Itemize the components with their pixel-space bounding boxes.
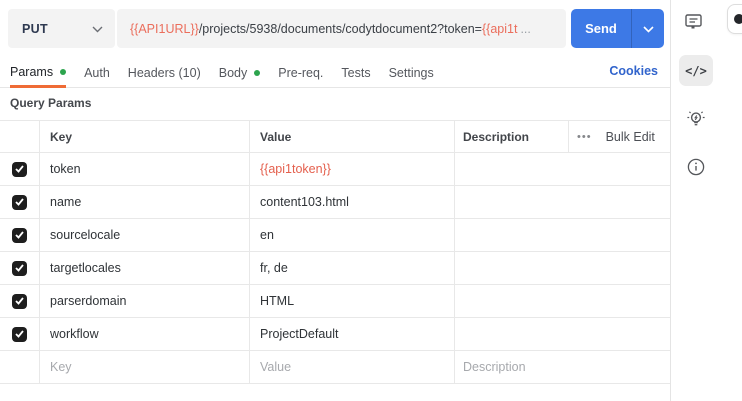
param-key-field[interactable]: token [40, 153, 250, 185]
param-value-field[interactable]: en [250, 219, 455, 251]
row-checkbox[interactable] [12, 261, 27, 276]
row-checkbox[interactable] [12, 294, 27, 309]
url-path: /projects/5938/documents/codytdocument2?… [199, 22, 482, 36]
tab-headers[interactable]: Headers (10) [128, 58, 201, 87]
cutoff-glyph-icon [734, 14, 742, 24]
param-description-field[interactable] [455, 285, 670, 317]
lightbulb-icon[interactable] [684, 107, 708, 131]
table-row: workflow ProjectDefault [0, 318, 670, 351]
url-variable-2: {{api1t [482, 22, 517, 36]
cutoff-corner-button[interactable] [727, 4, 742, 34]
info-icon[interactable] [684, 155, 708, 179]
table-row: token {{api1token}} [0, 153, 670, 186]
tab-settings[interactable]: Settings [389, 58, 434, 87]
table-row-empty: Key Value Description [0, 351, 670, 384]
param-description-field[interactable] [455, 153, 670, 185]
row-checkbox[interactable] [12, 327, 27, 342]
row-checkbox[interactable] [12, 162, 27, 177]
param-key-field[interactable]: Key [40, 351, 250, 383]
param-value-field[interactable]: Value [250, 351, 455, 383]
panel-divider [670, 0, 671, 401]
cookies-link[interactable]: Cookies [609, 64, 658, 78]
header-value: Value [250, 121, 455, 152]
header-description: Description [455, 121, 569, 152]
code-icon[interactable]: </> [679, 55, 713, 86]
param-key-field[interactable]: parserdomain [40, 285, 250, 317]
table-row: sourcelocale en [0, 219, 670, 252]
chevron-down-icon [643, 20, 654, 38]
more-options-icon[interactable]: ••• [577, 131, 592, 143]
param-key-field[interactable]: targetlocales [40, 252, 250, 284]
request-tab-bar: Params Auth Headers (10) Body Pre-req. T… [0, 58, 670, 88]
table-row: name content103.html [0, 186, 670, 219]
tab-label: Headers (10) [128, 66, 201, 80]
section-title: Query Params [10, 96, 91, 110]
tab-body[interactable]: Body [219, 58, 261, 87]
send-options-button[interactable] [631, 9, 664, 48]
table-row: parserdomain HTML [0, 285, 670, 318]
tab-label: Tests [341, 66, 370, 80]
table-row: targetlocales fr, de [0, 252, 670, 285]
header-key: Key [40, 121, 250, 152]
method-label: PUT [22, 22, 48, 36]
code-glyph: </> [685, 64, 707, 78]
param-description-field[interactable]: Description [455, 351, 670, 383]
param-value-field[interactable]: content103.html [250, 186, 455, 218]
tab-tests[interactable]: Tests [341, 58, 370, 87]
table-header-row: Key Value Description ••• Bulk Edit [0, 121, 670, 153]
url-truncation: ... [520, 22, 530, 36]
tab-params[interactable]: Params [10, 58, 66, 88]
send-button-label[interactable]: Send [571, 9, 631, 48]
tab-label: Params [10, 65, 53, 79]
comment-icon[interactable] [681, 9, 705, 33]
param-description-field[interactable] [455, 252, 670, 284]
param-description-field[interactable] [455, 219, 670, 251]
param-key-field[interactable]: sourcelocale [40, 219, 250, 251]
chevron-down-icon [92, 20, 103, 38]
method-selector[interactable]: PUT [8, 9, 115, 48]
header-check-cell [0, 121, 40, 152]
param-key-field[interactable]: workflow [40, 318, 250, 350]
tab-label: Settings [389, 66, 434, 80]
tab-label: Body [219, 66, 248, 80]
header-tools: ••• Bulk Edit [569, 121, 670, 152]
query-params-table: Key Value Description ••• Bulk Edit toke… [0, 120, 670, 384]
param-value-field[interactable]: HTML [250, 285, 455, 317]
row-checkbox[interactable] [12, 195, 27, 210]
url-variable: {{API1URL}} [130, 22, 199, 36]
tab-auth[interactable]: Auth [84, 58, 110, 87]
bulk-edit-button[interactable]: Bulk Edit [606, 130, 655, 144]
tab-pre-request[interactable]: Pre-req. [278, 58, 323, 87]
param-description-field[interactable] [455, 186, 670, 218]
tab-label: Pre-req. [278, 66, 323, 80]
tab-label: Auth [84, 66, 110, 80]
param-value-field[interactable]: {{api1token}} [250, 153, 455, 185]
param-value-field[interactable]: fr, de [250, 252, 455, 284]
param-key-field[interactable]: name [40, 186, 250, 218]
url-input[interactable]: {{API1URL}}/projects/5938/documents/cody… [117, 9, 566, 48]
row-checkbox[interactable] [12, 228, 27, 243]
green-dot-icon [60, 69, 66, 75]
send-button[interactable]: Send [571, 9, 664, 48]
empty-check-cell [0, 351, 40, 383]
param-value-field[interactable]: ProjectDefault [250, 318, 455, 350]
param-description-field[interactable] [455, 318, 670, 350]
green-dot-icon [254, 70, 260, 76]
